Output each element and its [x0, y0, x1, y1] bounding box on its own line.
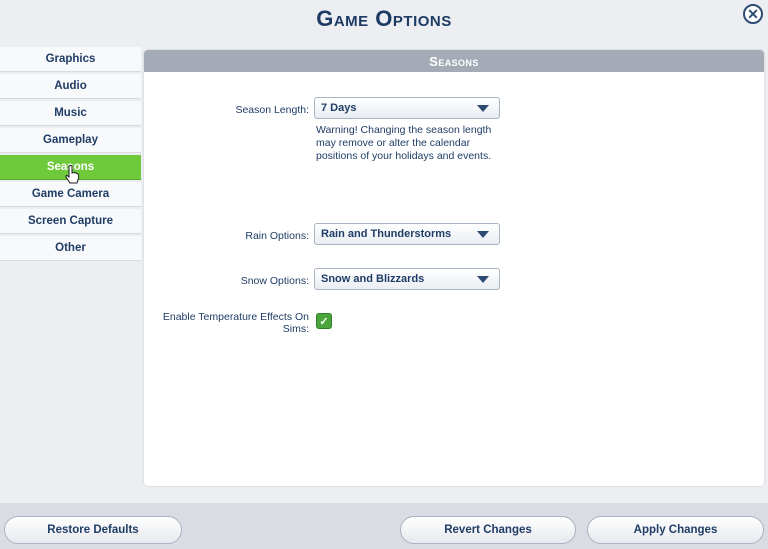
season-length-value: 7 Days	[321, 102, 357, 114]
rain-options-value: Rain and Thunderstorms	[321, 228, 452, 240]
sidebar-item-screen-capture[interactable]: Screen Capture	[0, 209, 141, 234]
sidebar-item-other[interactable]: Other	[0, 236, 141, 261]
settings-panel: Seasons Season Length: 7 Days Warning! C…	[144, 50, 764, 486]
sidebar-item-graphics[interactable]: Graphics	[0, 47, 141, 72]
rain-options-label: Rain Options:	[245, 230, 309, 242]
sidebar-item-label: Other	[55, 242, 86, 254]
panel-header: Seasons	[144, 50, 764, 72]
sidebar-item-music[interactable]: Music	[0, 101, 141, 126]
revert-changes-button[interactable]: Revert Changes	[400, 516, 576, 544]
window-title: Game Options	[316, 6, 452, 31]
sidebar-item-audio[interactable]: Audio	[0, 74, 141, 99]
check-icon: ✓	[319, 315, 329, 328]
sidebar-item-label: Gameplay	[43, 134, 98, 146]
sidebar-item-label: Game Camera	[31, 188, 110, 200]
chevron-down-icon	[477, 105, 489, 112]
chevron-down-icon	[477, 231, 489, 238]
snow-options-value: Snow and Blizzards	[321, 273, 425, 285]
temperature-effects-label: Enable Temperature Effects On Sims:	[162, 311, 309, 335]
season-length-warning: Warning! Changing the season length may …	[316, 124, 492, 162]
chevron-down-icon	[477, 276, 489, 283]
sidebar-item-label: Audio	[54, 80, 87, 92]
apply-changes-button[interactable]: Apply Changes	[587, 516, 764, 544]
restore-defaults-button[interactable]: Restore Defaults	[4, 516, 182, 544]
sidebar-item-label: Music	[54, 107, 87, 119]
close-icon[interactable]: ✕	[743, 4, 763, 24]
season-length-dropdown[interactable]: 7 Days	[314, 97, 500, 119]
rain-options-dropdown[interactable]: Rain and Thunderstorms	[314, 223, 500, 245]
hand-cursor-icon	[65, 165, 80, 184]
sidebar-item-label: Screen Capture	[27, 215, 113, 227]
sidebar-item-game-camera[interactable]: Game Camera	[0, 182, 141, 207]
sidebar: Graphics Audio Music Gameplay Seasons Ga…	[0, 47, 141, 263]
footer-bar: Restore Defaults Revert Changes Apply Ch…	[0, 503, 768, 549]
snow-options-label: Snow Options:	[240, 275, 309, 287]
sidebar-item-gameplay[interactable]: Gameplay	[0, 128, 141, 153]
season-length-label: Season Length:	[235, 104, 309, 116]
sidebar-item-seasons[interactable]: Seasons	[0, 155, 141, 184]
sidebar-item-label: Graphics	[45, 53, 96, 65]
snow-options-dropdown[interactable]: Snow and Blizzards	[314, 268, 500, 290]
temperature-effects-checkbox[interactable]: ✓	[316, 313, 332, 329]
